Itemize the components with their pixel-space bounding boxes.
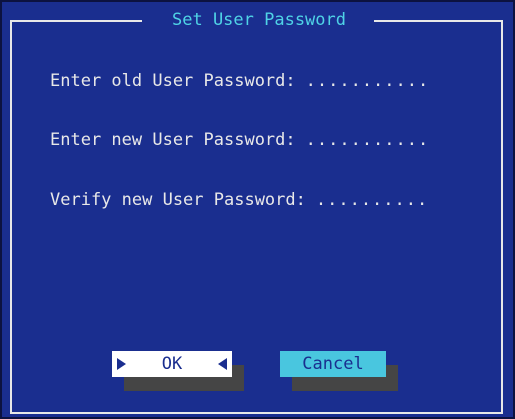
selection-arrow-right-icon (117, 358, 126, 370)
cancel-button-group: Cancel (280, 351, 398, 391)
verify-password-row: Verify new User Password:.......... (50, 187, 490, 213)
verify-password-label: Verify new User Password: (50, 190, 306, 210)
ok-button[interactable]: OK (112, 351, 232, 377)
cancel-button-label: Cancel (302, 354, 364, 374)
old-password-label: Enter old User Password: (50, 71, 296, 91)
ok-button-group: OK (112, 351, 244, 391)
selection-arrow-left-icon (218, 358, 227, 370)
new-password-label: Enter new User Password: (50, 130, 296, 150)
new-password-field[interactable]: ........... (306, 127, 430, 153)
ok-button-label: OK (161, 354, 183, 374)
verify-password-field[interactable]: .......... (316, 187, 428, 213)
frame-top-right-line (374, 20, 503, 22)
frame-top-left-line (10, 20, 142, 22)
new-password-row: Enter new User Password:........... (50, 127, 490, 153)
old-password-field[interactable]: ........... (306, 68, 430, 94)
old-password-row: Enter old User Password:........... (50, 68, 490, 94)
cancel-button[interactable]: Cancel (280, 351, 386, 377)
set-user-password-dialog: Set User Password Enter old User Passwor… (0, 0, 515, 419)
dialog-title: Set User Password (172, 10, 346, 30)
